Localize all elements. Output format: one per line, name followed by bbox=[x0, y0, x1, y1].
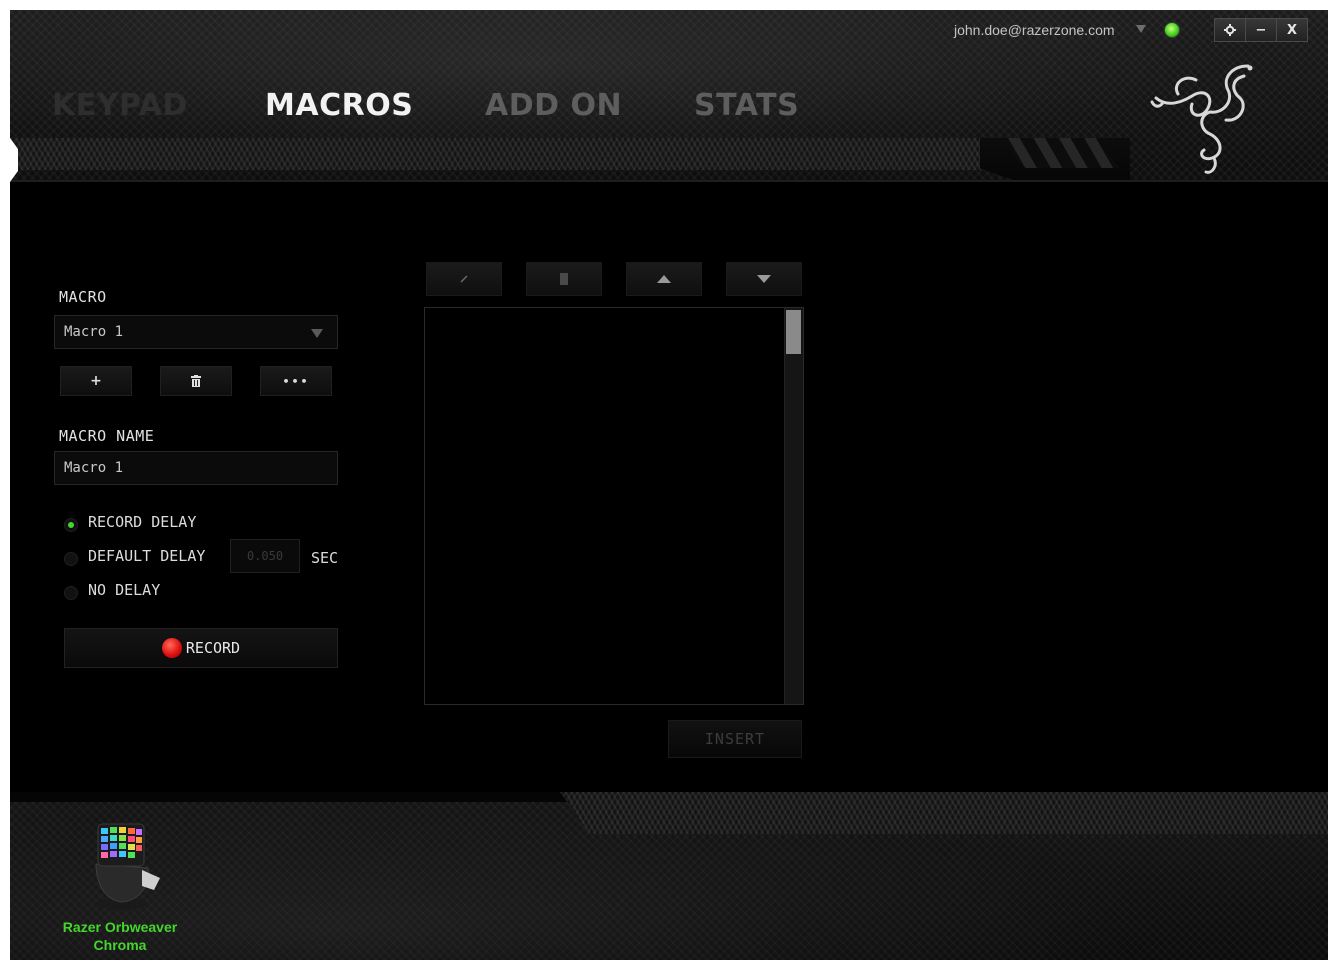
macro-action-list[interactable] bbox=[424, 307, 804, 705]
scrollbar[interactable] bbox=[784, 308, 803, 704]
default-delay-label[interactable]: DEFAULT DELAY bbox=[88, 547, 205, 565]
header-divider bbox=[10, 180, 1328, 182]
macro-name-value: Macro 1 bbox=[64, 460, 124, 476]
gear-icon bbox=[1224, 24, 1236, 36]
footer bbox=[10, 792, 1328, 960]
more-options-button[interactable]: ••• bbox=[260, 366, 332, 396]
minimize-button[interactable]: − bbox=[1246, 19, 1277, 41]
tab-stats[interactable]: STATS bbox=[694, 88, 799, 123]
header: KEYPAD MACROS ADD ON STATS john.doe@raze… bbox=[10, 10, 1328, 182]
macro-name-field[interactable]: Macro 1 bbox=[54, 451, 338, 485]
insert-button[interactable]: INSERT bbox=[668, 720, 802, 758]
macro-select[interactable]: Macro 1 bbox=[54, 315, 338, 349]
device-name-line1: Razer Orbweaver bbox=[62, 919, 178, 935]
move-up-icon bbox=[657, 275, 671, 283]
account-dropdown-icon[interactable] bbox=[1136, 25, 1146, 33]
delete-macro-button[interactable] bbox=[160, 366, 232, 396]
default-delay-radio[interactable] bbox=[64, 552, 78, 566]
move-down-button[interactable] bbox=[726, 262, 802, 296]
device-name-label[interactable]: Razer Orbweaver Chroma bbox=[50, 918, 190, 954]
scroll-thumb[interactable] bbox=[786, 310, 801, 354]
no-delay-label[interactable]: NO DELAY bbox=[88, 581, 160, 599]
macro-label: MACRO bbox=[59, 288, 107, 306]
header-pattern-band bbox=[10, 138, 1010, 170]
record-delay-radio[interactable] bbox=[64, 518, 78, 532]
record-button[interactable]: RECORD bbox=[64, 628, 338, 668]
record-delay-label[interactable]: RECORD DELAY bbox=[88, 513, 196, 531]
move-up-button[interactable] bbox=[626, 262, 702, 296]
trash-icon bbox=[560, 273, 568, 285]
footer-pattern-band bbox=[560, 792, 1328, 834]
record-dot-icon bbox=[161, 638, 182, 658]
no-delay-radio[interactable] bbox=[64, 586, 78, 600]
device-name-line2: Chroma bbox=[93, 937, 147, 953]
tab-add-on[interactable]: ADD ON bbox=[485, 88, 622, 123]
macro-select-value: Macro 1 bbox=[64, 324, 124, 340]
delete-action-button[interactable] bbox=[526, 262, 602, 296]
window-controls: − X bbox=[1214, 18, 1308, 42]
tab-keypad[interactable]: KEYPAD bbox=[52, 88, 188, 123]
add-macro-button[interactable]: + bbox=[60, 366, 132, 396]
default-delay-input[interactable]: 0.050 bbox=[230, 539, 300, 573]
tab-macros[interactable]: MACROS bbox=[265, 88, 413, 123]
account-email[interactable]: john.doe@razerzone.com bbox=[954, 22, 1115, 38]
macro-name-label: MACRO NAME bbox=[59, 427, 155, 445]
trash-icon bbox=[191, 375, 201, 387]
chevron-down-icon bbox=[311, 329, 323, 338]
edit-icon bbox=[460, 275, 468, 283]
footer-edge bbox=[10, 792, 570, 802]
razer-snake-logo-icon bbox=[1150, 64, 1253, 174]
online-status-icon bbox=[1164, 22, 1180, 38]
move-down-icon bbox=[757, 275, 771, 283]
app-window: KEYPAD MACROS ADD ON STATS john.doe@raze… bbox=[10, 10, 1328, 960]
edit-button[interactable] bbox=[426, 262, 502, 296]
delay-unit-label: SEC bbox=[311, 549, 339, 567]
settings-button[interactable] bbox=[1215, 19, 1246, 41]
record-label: RECORD bbox=[185, 639, 241, 657]
keypad-device-icon[interactable] bbox=[82, 820, 162, 912]
close-button[interactable]: X bbox=[1277, 19, 1307, 41]
